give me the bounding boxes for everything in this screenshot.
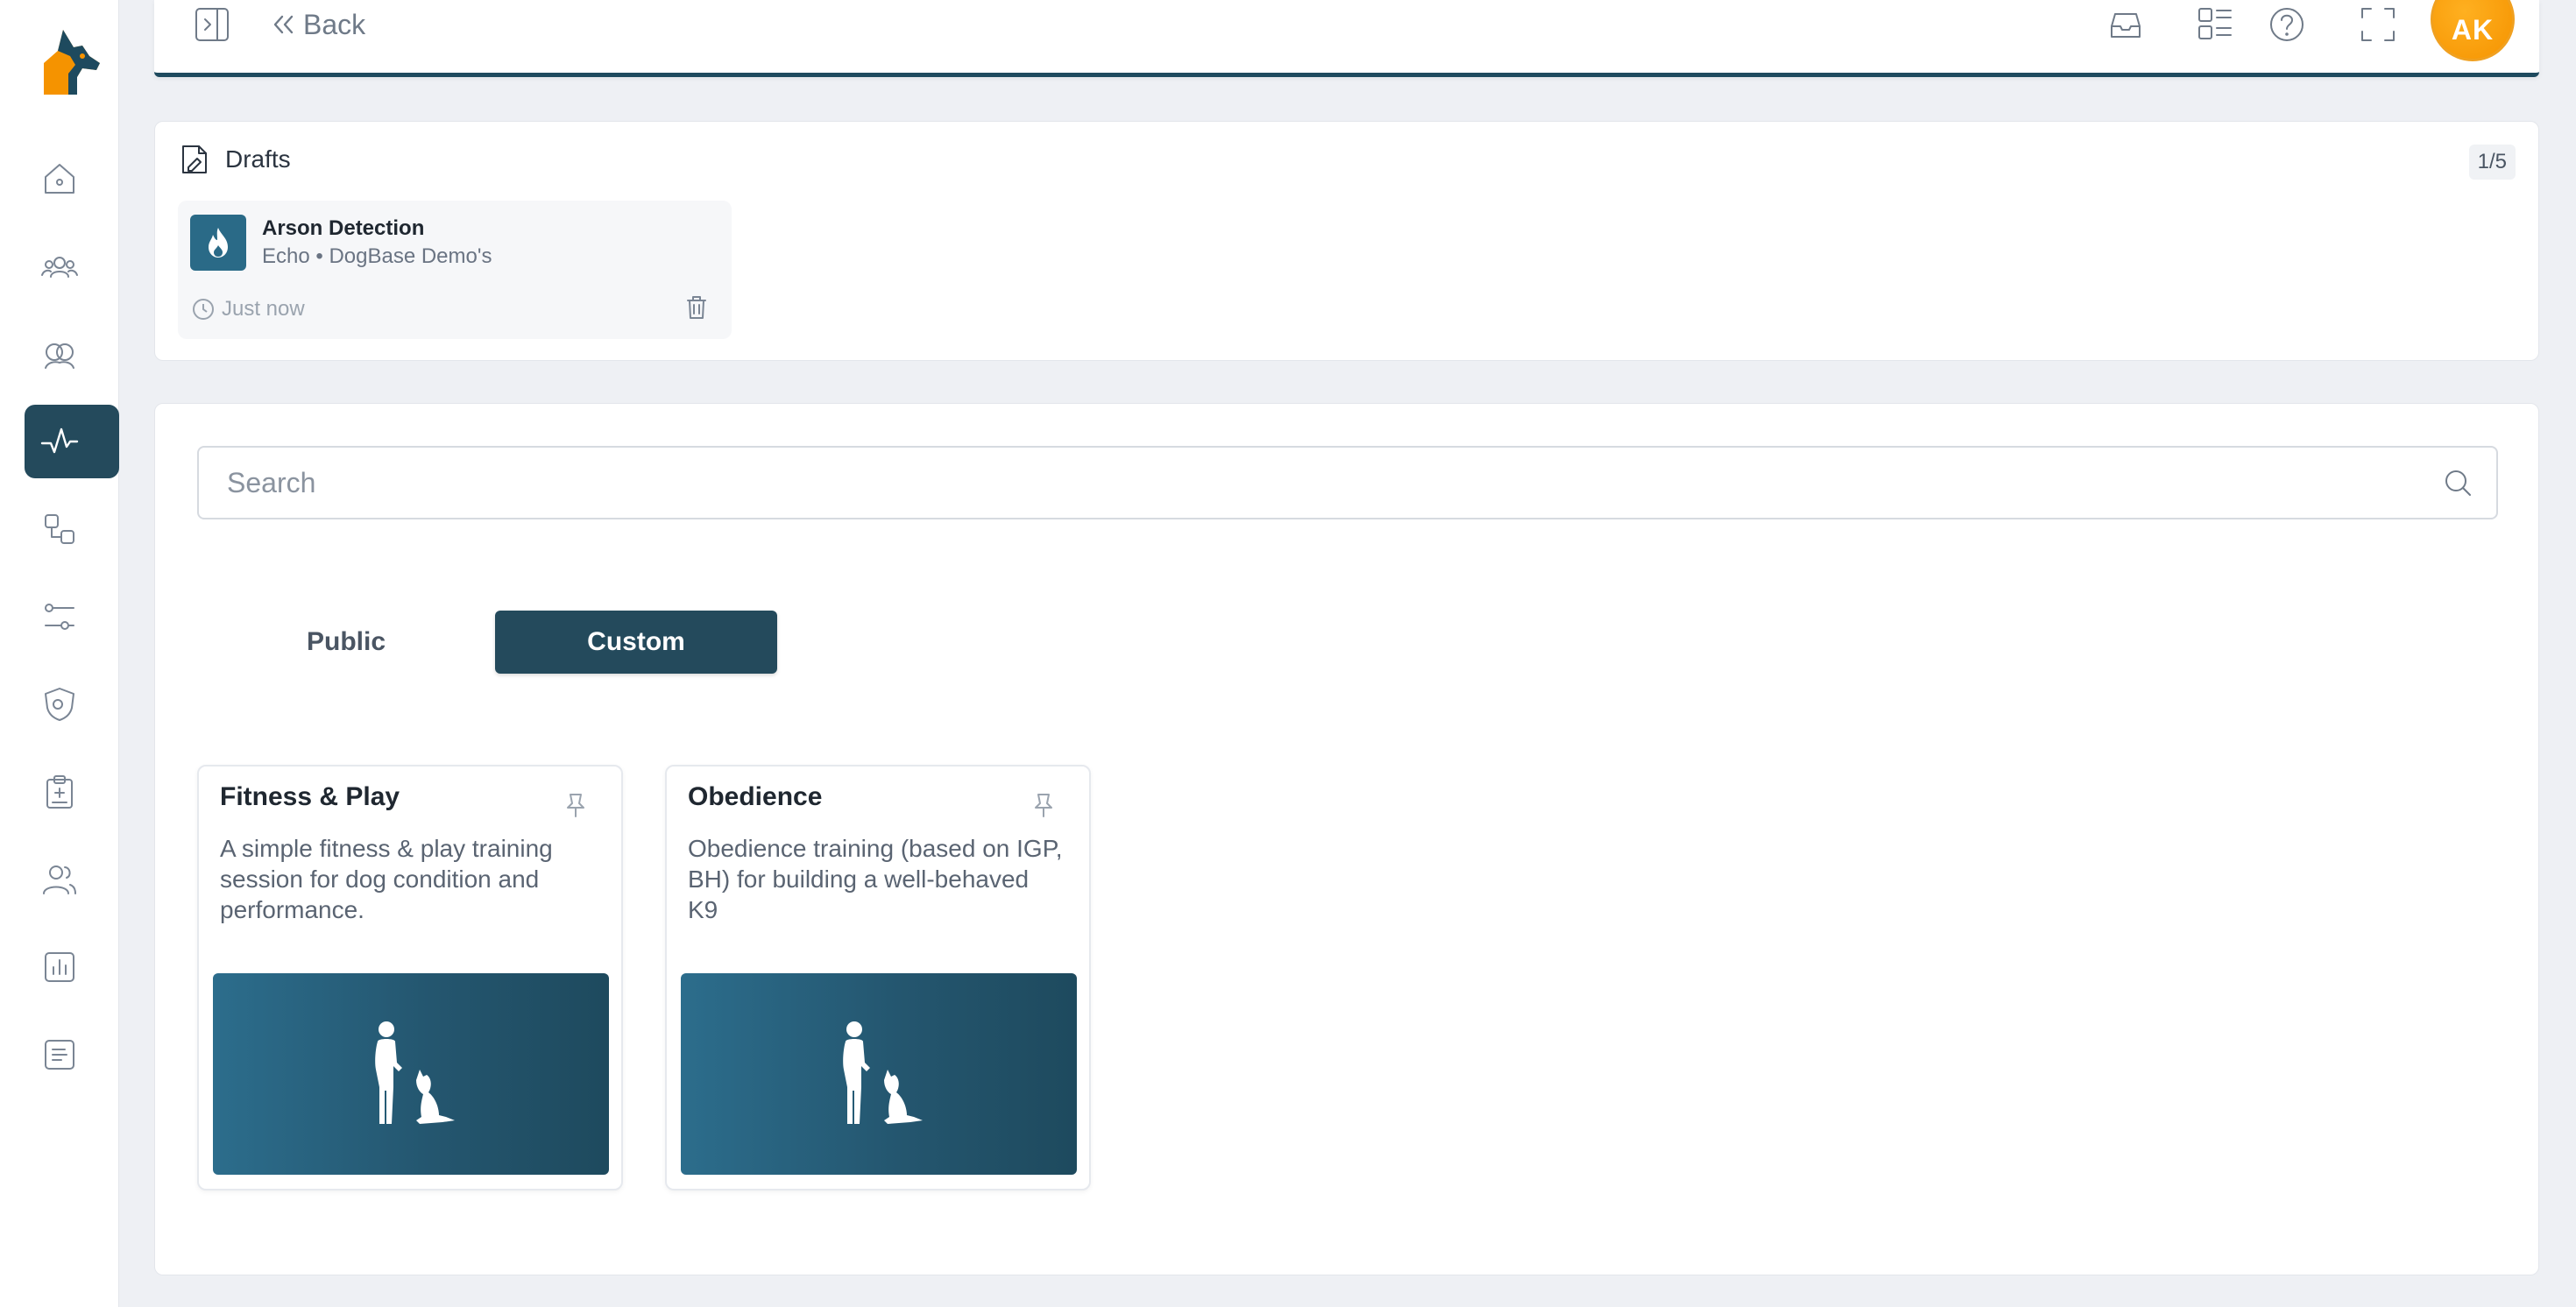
bar-chart-icon bbox=[45, 952, 74, 982]
visibility-tabs: Public Custom bbox=[197, 611, 777, 674]
trash-icon bbox=[687, 296, 706, 319]
handler-with-dog-icon bbox=[375, 1021, 455, 1124]
template-card[interactable]: Fitness & Play A simple fitness & play t… bbox=[197, 765, 623, 1190]
help-icon[interactable] bbox=[2266, 4, 2308, 46]
fire-icon bbox=[209, 228, 228, 258]
users-icon bbox=[43, 865, 76, 894]
draft-subtitle: Echo • DogBase Demo's bbox=[262, 244, 492, 268]
nav-workflows[interactable] bbox=[25, 492, 119, 566]
clipboard-icon bbox=[46, 775, 73, 809]
shield-icon bbox=[45, 688, 74, 721]
workflow-icon bbox=[45, 514, 74, 544]
tab-public[interactable]: Public bbox=[197, 611, 495, 674]
fullscreen-icon[interactable] bbox=[2357, 4, 2399, 46]
top-bar: Back AK bbox=[154, 0, 2539, 77]
delete-draft-button[interactable] bbox=[683, 293, 712, 323]
nav-documents[interactable] bbox=[25, 1018, 119, 1092]
nav-home[interactable] bbox=[25, 142, 119, 215]
draft-thumbnail bbox=[190, 215, 246, 271]
search-input[interactable] bbox=[199, 448, 2496, 518]
card-description: A simple fitness & play training session… bbox=[220, 835, 553, 923]
draft-time-label: Just now bbox=[222, 297, 305, 321]
double-chevron-left-icon bbox=[273, 15, 294, 34]
inbox-icon[interactable] bbox=[2105, 4, 2147, 46]
card-title: Obedience bbox=[688, 782, 823, 811]
template-card[interactable]: Obedience Obedience training (based on I… bbox=[665, 765, 1091, 1190]
pin-icon[interactable] bbox=[562, 791, 591, 821]
circles-icon bbox=[45, 343, 74, 369]
document-icon bbox=[45, 1040, 74, 1070]
back-button[interactable]: Back bbox=[268, 5, 365, 44]
nav-medical[interactable] bbox=[25, 755, 119, 829]
back-label: Back bbox=[303, 8, 366, 40]
sidebar bbox=[0, 0, 119, 1307]
card-title: Fitness & Play bbox=[220, 782, 400, 811]
nav-security[interactable] bbox=[25, 668, 119, 741]
search-icon[interactable] bbox=[2442, 467, 2475, 500]
search-box bbox=[197, 446, 2498, 519]
draft-item[interactable]: Arson Detection Echo • DogBase Demo's Ju… bbox=[178, 201, 732, 339]
nav-activity[interactable] bbox=[25, 405, 119, 478]
dashboard-layout-icon[interactable] bbox=[2194, 4, 2236, 46]
activity-icon bbox=[40, 427, 79, 454]
handler-with-dog-icon bbox=[843, 1021, 923, 1124]
nav-users[interactable] bbox=[25, 843, 119, 916]
card-description: Obedience training (based on IGP, BH) fo… bbox=[688, 835, 1063, 923]
drafts-title: Drafts bbox=[225, 145, 291, 173]
clock-icon bbox=[193, 299, 214, 320]
nav-reports[interactable] bbox=[25, 930, 119, 1004]
card-image bbox=[213, 973, 609, 1175]
tab-custom[interactable]: Custom bbox=[495, 611, 777, 674]
toggle-sidebar-icon[interactable] bbox=[191, 4, 233, 46]
card-image bbox=[681, 973, 1077, 1175]
draft-timestamp: Just now bbox=[192, 297, 305, 321]
drafts-header: Drafts bbox=[178, 143, 291, 176]
sliders-icon bbox=[45, 604, 74, 630]
group-icon bbox=[41, 257, 78, 278]
pin-icon[interactable] bbox=[1030, 791, 1059, 821]
nav-teams[interactable] bbox=[25, 230, 119, 303]
drafts-count-badge: 1/5 bbox=[2468, 145, 2516, 180]
drafts-section: Drafts 1/5 Arson Detection Echo • DogBas… bbox=[154, 121, 2539, 361]
nav-partners[interactable] bbox=[25, 317, 119, 391]
nav-settings[interactable] bbox=[25, 580, 119, 654]
home-icon bbox=[45, 164, 74, 194]
user-avatar[interactable]: AK bbox=[2431, 0, 2515, 61]
training-templates-panel: Public Custom Fitness & Play A simple fi… bbox=[154, 403, 2539, 1275]
draft-document-icon bbox=[182, 145, 207, 173]
draft-title: Arson Detection bbox=[262, 216, 425, 240]
app-logo[interactable] bbox=[39, 25, 105, 98]
